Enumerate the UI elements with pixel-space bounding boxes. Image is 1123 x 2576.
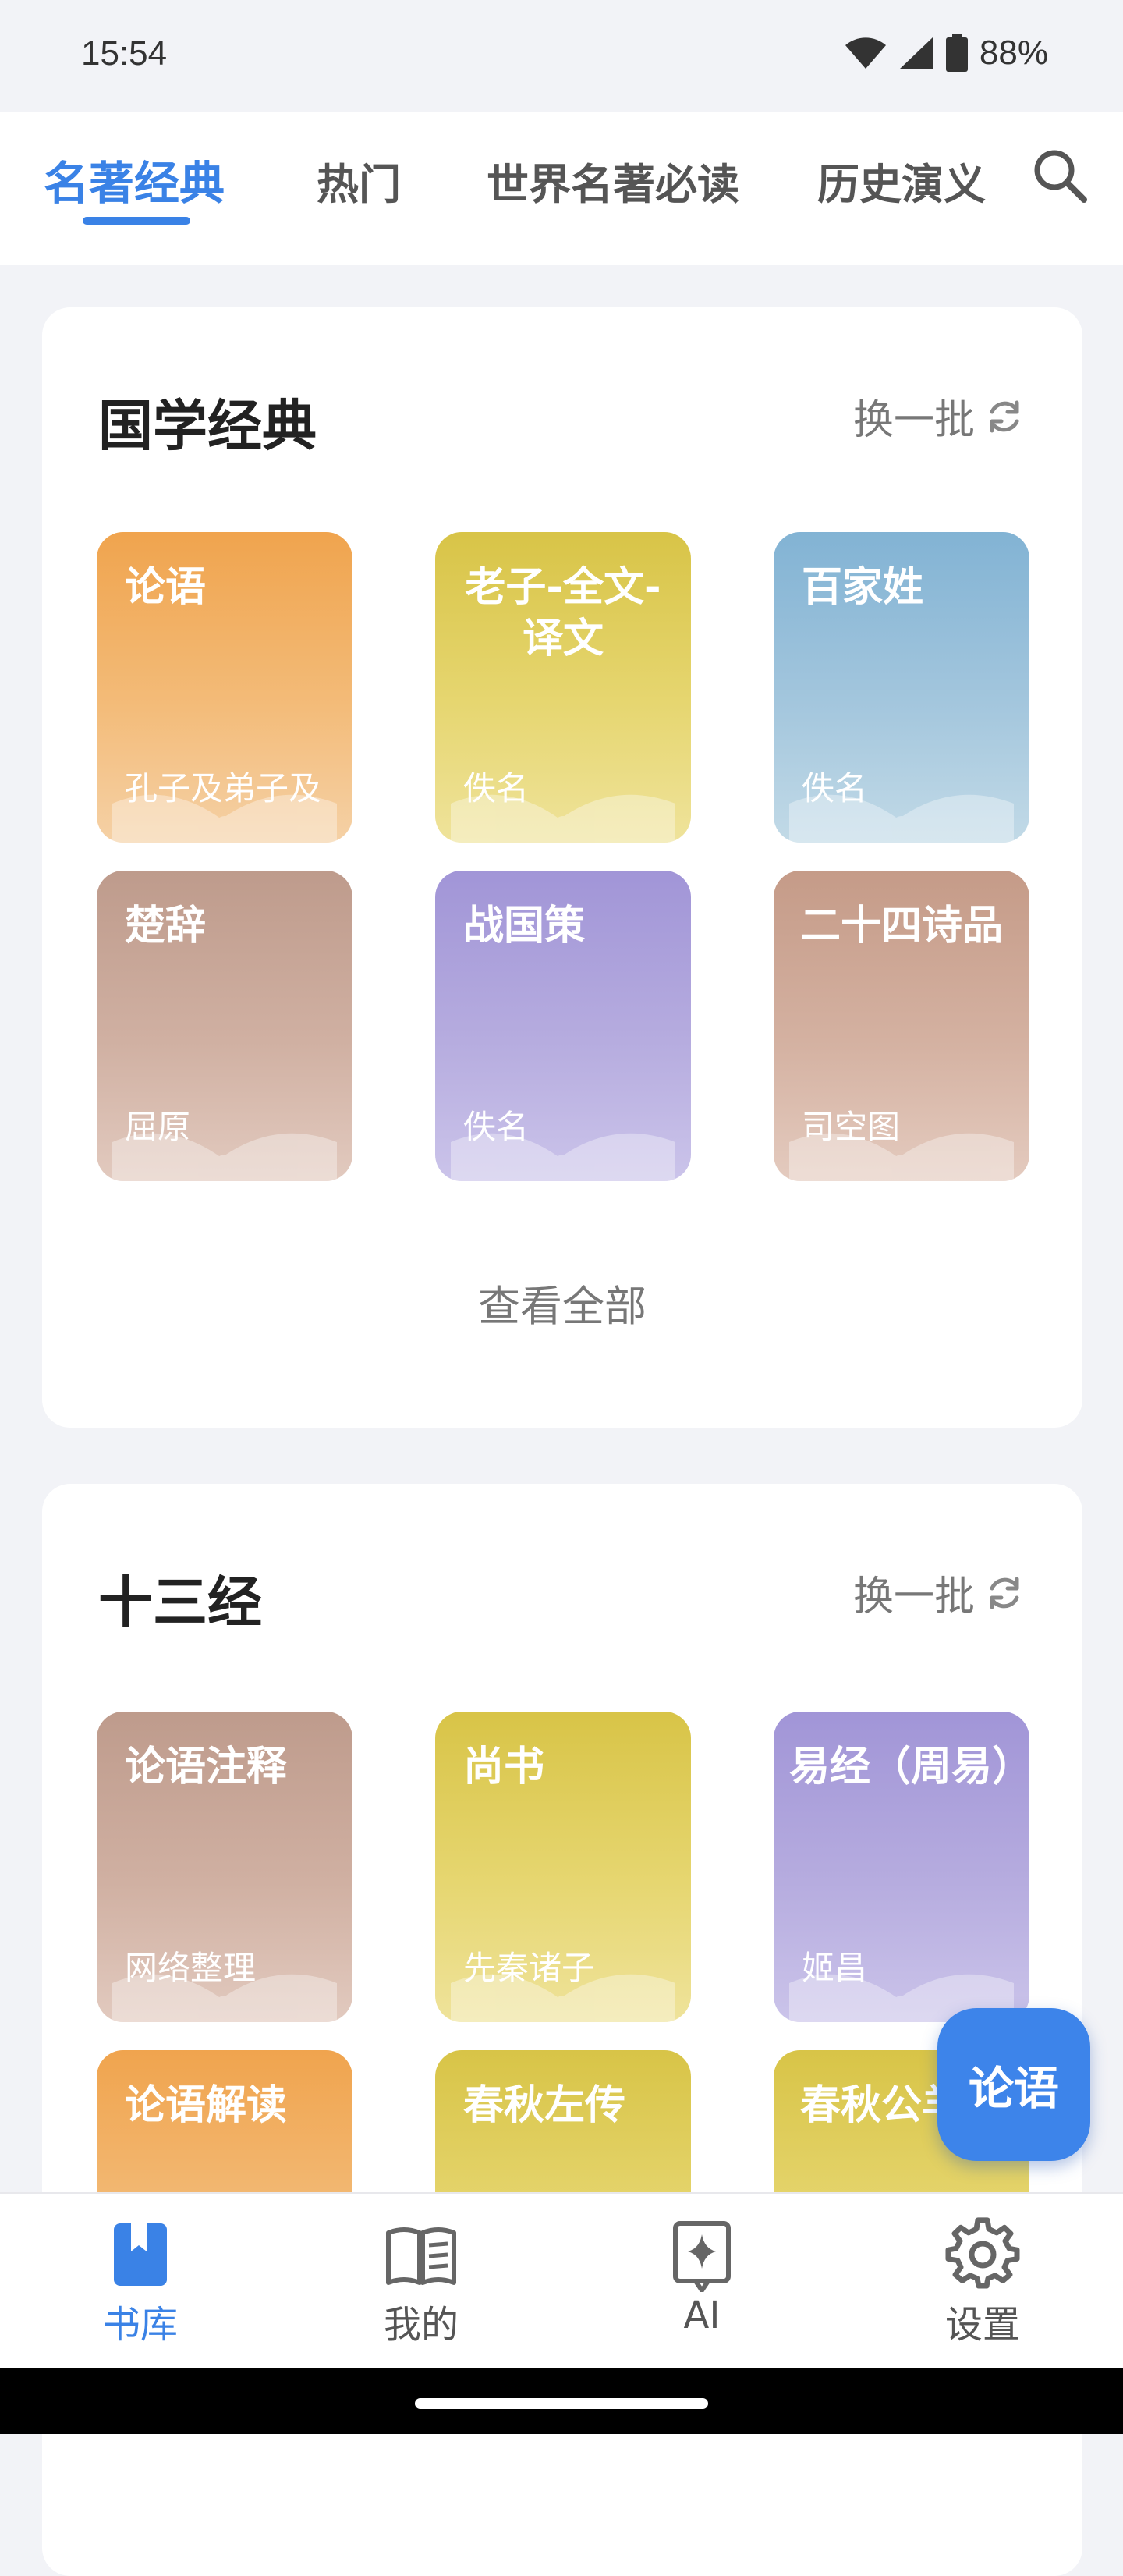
view-all-link[interactable]: 查看全部 bbox=[42, 1272, 1082, 1333]
book-card[interactable]: 百家姓 佚名 bbox=[774, 532, 1029, 843]
tab-historical-novels[interactable]: 历史演义 bbox=[817, 150, 986, 211]
book-card[interactable]: 二十四诗品 司空图 bbox=[774, 871, 1029, 1181]
refresh-batch-button[interactable]: 换一批 bbox=[853, 1563, 1026, 1622]
nav-ai[interactable]: AI bbox=[562, 2194, 842, 2370]
book-title: 老子-全文-译文 bbox=[465, 564, 661, 662]
active-tab-indicator bbox=[83, 217, 190, 225]
bottom-navigation: 书库 我的 AI 设置 bbox=[0, 2192, 1123, 2370]
book-title: 春秋左传 bbox=[463, 2082, 626, 2129]
section-guoxue-classics: 国学经典 换一批 论语 孔子及弟子及 老子-全文-译文 佚名 百家姓 佚名 楚辞… bbox=[42, 307, 1082, 1428]
book-card[interactable]: 尚书 先秦诸子 bbox=[435, 1712, 691, 2022]
ai-sparkle-icon bbox=[673, 2221, 731, 2292]
refresh-label: 换一批 bbox=[852, 397, 975, 444]
battery-percentage: 88% bbox=[979, 34, 1048, 72]
book-card[interactable]: 战国策 佚名 bbox=[435, 871, 691, 1181]
book-card[interactable]: 楚辞 屈原 bbox=[97, 871, 352, 1181]
nav-settings[interactable]: 设置 bbox=[842, 2194, 1123, 2370]
book-title: 论语注释 bbox=[125, 1744, 288, 1790]
wifi-icon bbox=[845, 37, 886, 69]
book-title: 论语解读 bbox=[125, 2082, 288, 2129]
book-title: 易经（周易） bbox=[789, 1744, 1029, 1790]
open-book-icon bbox=[386, 2227, 456, 2285]
book-title: 楚辞 bbox=[125, 903, 207, 949]
nav-label: 书库 bbox=[102, 2303, 178, 2347]
nav-mine[interactable]: 我的 bbox=[281, 2194, 562, 2370]
category-tabs: 名著经典 热门 世界名著必读 历史演义 bbox=[0, 112, 1123, 265]
book-author: 先秦诸子 bbox=[463, 1949, 595, 1987]
book-card[interactable]: 易经（周易） 姬昌 bbox=[774, 1712, 1029, 2022]
book-author: 屈原 bbox=[125, 1108, 191, 1146]
nav-label: 我的 bbox=[383, 2303, 459, 2347]
tab-world-classics[interactable]: 世界名著必读 bbox=[487, 150, 739, 211]
book-title: 百家姓 bbox=[802, 564, 924, 611]
book-author: 网络整理 bbox=[125, 1949, 257, 1987]
book-author: 孔子及弟子及 bbox=[125, 769, 322, 807]
book-author: 佚名 bbox=[463, 769, 530, 807]
refresh-batch-button[interactable]: 换一批 bbox=[853, 387, 1026, 445]
book-title: 战国策 bbox=[463, 903, 586, 949]
gear-icon bbox=[945, 2217, 1020, 2289]
book-author: 佚名 bbox=[463, 1108, 530, 1146]
refresh-label: 换一批 bbox=[852, 1574, 975, 1620]
status-icons: 88% bbox=[844, 33, 1048, 73]
tab-popular[interactable]: 热门 bbox=[317, 150, 401, 211]
tab-classics[interactable]: 名著经典 bbox=[44, 147, 225, 212]
book-title: 论语 bbox=[125, 564, 207, 611]
book-title: 尚书 bbox=[463, 1744, 545, 1790]
book-title: 二十四诗品 bbox=[799, 903, 1003, 949]
nav-library[interactable]: 书库 bbox=[0, 2194, 281, 2370]
book-card[interactable]: 老子-全文-译文 佚名 bbox=[435, 532, 691, 843]
book-card[interactable]: 论语 孔子及弟子及 bbox=[97, 532, 352, 843]
home-indicator[interactable] bbox=[415, 2398, 708, 2409]
book-author: 佚名 bbox=[802, 769, 868, 807]
status-time: 15:54 bbox=[81, 34, 168, 73]
bookmark-icon bbox=[114, 2223, 167, 2286]
book-author: 姬昌 bbox=[802, 1949, 868, 1987]
section-title: 国学经典 bbox=[98, 394, 317, 458]
refresh-icon bbox=[990, 400, 1019, 432]
book-author: 司空图 bbox=[802, 1108, 901, 1146]
section-title: 十三经 bbox=[98, 1570, 262, 1634]
refresh-icon bbox=[990, 1577, 1019, 1609]
battery-icon bbox=[945, 34, 968, 72]
search-icon[interactable] bbox=[1029, 145, 1092, 208]
cellular-signal-icon bbox=[899, 37, 933, 69]
nav-label: AI bbox=[683, 2294, 721, 2337]
lunyu-floating-button[interactable]: 论语 bbox=[937, 2008, 1090, 2161]
book-card[interactable]: 论语注释 网络整理 bbox=[97, 1712, 352, 2022]
status-bar: 15:54 88% bbox=[0, 0, 1123, 112]
nav-label: 设置 bbox=[944, 2303, 1020, 2347]
